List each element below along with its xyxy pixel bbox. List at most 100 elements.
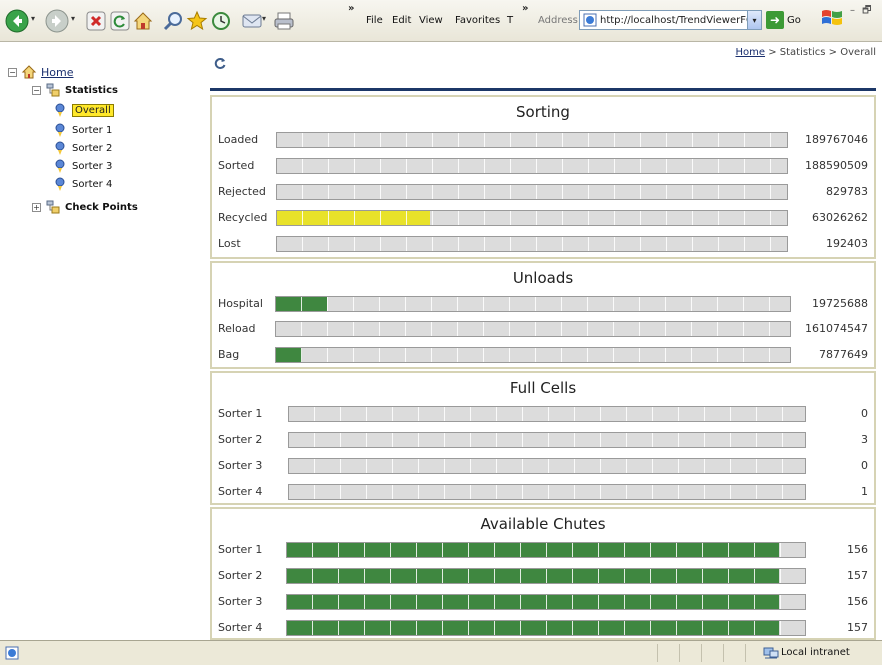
tree-item-sorter-1[interactable]: Sorter 1 [52, 122, 112, 138]
panel-title: Unloads [512, 269, 574, 287]
intranet-icon [763, 647, 779, 659]
stat-value: 0 [861, 459, 868, 472]
back-dropdown[interactable]: ▾ [31, 14, 35, 23]
stat-value: 63026262 [812, 211, 868, 224]
toolbar-overflow-chevron[interactable]: » [348, 3, 354, 14]
pin-icon [55, 103, 65, 117]
refresh-button[interactable] [108, 9, 132, 33]
unloads-panel: Unloads Hospital 19725688 Reload 1610745… [210, 261, 876, 369]
stat-row: Sorter 3 0 [212, 458, 874, 474]
breadcrumb-overall: Overall [840, 47, 876, 58]
progress-bar [276, 132, 788, 148]
status-cell [723, 644, 724, 662]
stat-label: Sorter 3 [218, 595, 263, 608]
folder-icon [46, 83, 60, 97]
print-button[interactable] [272, 9, 296, 33]
forward-dropdown[interactable]: ▾ [71, 14, 75, 23]
menu-favorites[interactable]: Favorites [455, 15, 500, 26]
stat-label: Sorter 2 [218, 569, 263, 582]
page-icon [5, 646, 19, 660]
stat-row: Sorter 1 156 [212, 542, 874, 558]
address-input[interactable]: http://localhost/TrendViewerFGI/sta ▾ [579, 10, 762, 30]
panel-title: Sorting [516, 103, 570, 121]
stat-value: 156 [847, 595, 868, 608]
go-arrow-icon: ➜ [766, 11, 784, 29]
tree-item-sorter-4[interactable]: Sorter 4 [52, 176, 112, 192]
menu-edit[interactable]: Edit [392, 15, 411, 26]
tree-sorter-label[interactable]: Sorter 4 [72, 179, 112, 190]
mail-button[interactable] [240, 9, 264, 33]
status-cell [679, 644, 680, 662]
stat-label: Sorter 4 [218, 485, 263, 498]
stat-label: Reload [218, 322, 256, 335]
breadcrumb-home-link[interactable]: Home [736, 47, 766, 58]
back-button[interactable] [5, 9, 29, 33]
progress-bar [286, 568, 806, 584]
tree-item-check-points[interactable]: + Check Points [32, 199, 138, 215]
tree-home-link[interactable]: Home [41, 66, 73, 79]
stat-label: Sorter 2 [218, 433, 263, 446]
progress-bar [275, 321, 791, 337]
breadcrumb-separator: > [825, 47, 841, 58]
tree-sorter-label[interactable]: Sorter 3 [72, 161, 112, 172]
tree-item-sorter-2[interactable]: Sorter 2 [52, 140, 112, 156]
menu-overflow-chevron[interactable]: » [522, 3, 528, 14]
available-chutes-panel: Available Chutes Sorter 1 156 Sorter 2 1… [210, 507, 876, 640]
navigation-tree: − Home − Statistics Overall Sorter 1 Sor… [0, 42, 205, 640]
tree-item-home[interactable]: − Home [8, 64, 73, 80]
stat-value: 19725688 [812, 297, 868, 310]
window-controls[interactable]: – 🗗 [850, 3, 874, 20]
pin-icon [55, 141, 65, 155]
header-divider [210, 88, 876, 91]
tree-statistics-label[interactable]: Statistics [65, 85, 118, 96]
home-button[interactable] [131, 9, 155, 33]
tree-item-sorter-3[interactable]: Sorter 3 [52, 158, 112, 174]
tree-item-overall[interactable]: Overall [52, 102, 114, 118]
favorites-button[interactable] [185, 9, 209, 33]
address-url[interactable]: http://localhost/TrendViewerFGI/sta [600, 15, 747, 26]
tree-sorter-label[interactable]: Sorter 2 [72, 143, 112, 154]
progress-bar [288, 406, 806, 422]
progress-bar [276, 158, 788, 174]
search-icon [163, 12, 182, 31]
stat-row: Bag 7877649 [212, 347, 874, 363]
menu-view[interactable]: View [419, 15, 443, 26]
collapse-toggle[interactable]: − [32, 85, 41, 95]
tree-item-statistics[interactable]: − Statistics [32, 82, 118, 98]
search-button[interactable] [161, 9, 185, 33]
tree-sorter-label[interactable]: Sorter 1 [72, 125, 112, 136]
address-dropdown[interactable]: ▾ [747, 11, 761, 29]
menu-file[interactable]: File [366, 15, 383, 26]
history-button[interactable] [209, 9, 233, 33]
stat-label: Recycled [218, 211, 268, 224]
stat-value: 157 [847, 621, 868, 634]
collapse-toggle[interactable]: − [8, 67, 17, 77]
home-icon [133, 12, 153, 30]
stat-row: Rejected 829783 [212, 184, 874, 200]
stat-label: Lost [218, 237, 241, 250]
menu-tools[interactable]: T [507, 15, 513, 26]
mail-dropdown[interactable]: ▾ [262, 14, 266, 23]
tree-check-points-label[interactable]: Check Points [65, 202, 138, 213]
expand-toggle[interactable]: + [32, 202, 41, 212]
status-cell [745, 644, 746, 662]
browser-toolbar: ▾ ▾ ▾ » File Edit View Favorites T » Add… [0, 0, 882, 42]
stat-label: Bag [218, 348, 240, 361]
address-label: Address [538, 15, 578, 26]
breadcrumb-separator: > [765, 47, 780, 58]
breadcrumb-statistics: Statistics [779, 47, 826, 58]
tree-overall-label[interactable]: Overall [72, 103, 114, 117]
panel-title: Full Cells [509, 379, 577, 397]
progress-bar [276, 184, 788, 200]
panel-title: Available Chutes [480, 515, 606, 533]
folder-icon [46, 200, 60, 214]
forward-button[interactable] [45, 9, 69, 33]
progress-bar [286, 594, 806, 610]
history-icon [212, 12, 230, 30]
status-bar: Local intranet [0, 640, 882, 665]
refresh-icon[interactable] [213, 56, 227, 70]
go-button[interactable]: ➜ Go [766, 11, 801, 29]
back-icon [5, 9, 29, 33]
stop-button[interactable] [84, 9, 108, 33]
stat-row: Lost 192403 [212, 236, 874, 252]
